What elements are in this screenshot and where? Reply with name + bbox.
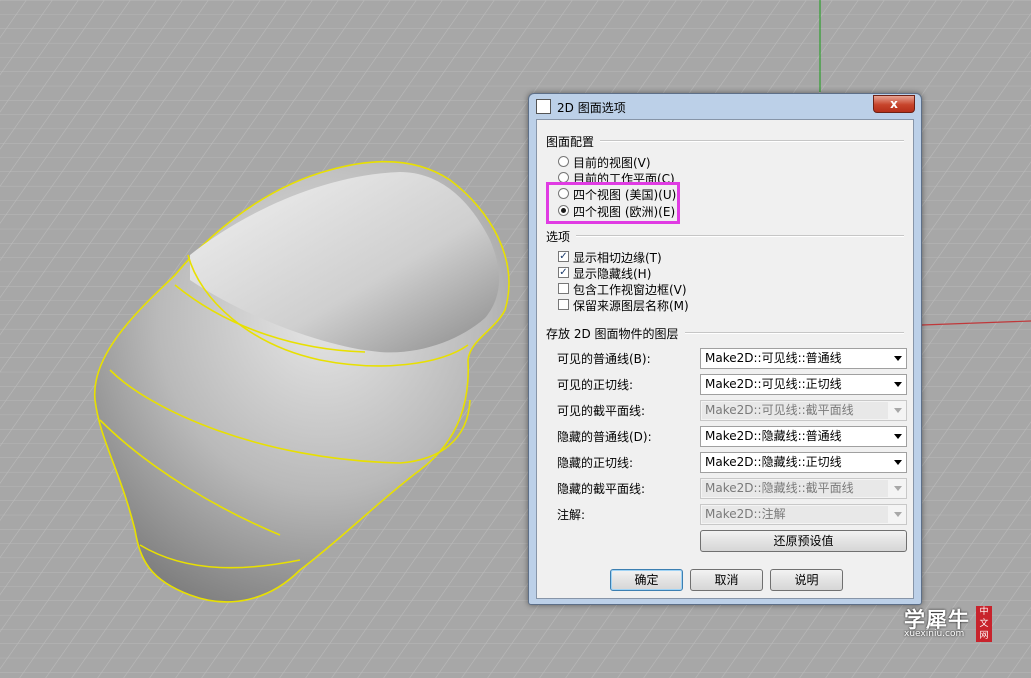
select-value: Make2D::隐藏线::正切线 <box>705 455 842 469</box>
checkbox-label: 包含工作视窗边框(V) <box>573 283 687 297</box>
restore-defaults-button[interactable]: 还原预设值 <box>700 530 907 552</box>
dropdown-arrow-icon <box>894 408 902 413</box>
layer-label-annotations: 注解: <box>557 508 586 522</box>
layer-label-visible-tangent: 可见的正切线: <box>557 378 634 392</box>
dropdown-arrow-icon[interactable] <box>894 434 902 439</box>
checkbox[interactable] <box>558 299 569 310</box>
dropdown-arrow-icon[interactable] <box>894 356 902 361</box>
checkbox-label: 保留来源图层名称(M) <box>573 299 689 313</box>
radio-label: 目前的工作平面(C) <box>573 172 675 186</box>
help-button[interactable]: 说明 <box>770 569 843 591</box>
radio-button[interactable] <box>558 172 569 183</box>
options-section-heading: 选项 <box>546 228 577 245</box>
rhino-app-icon <box>536 99 551 114</box>
watermark-logo: 学犀牛 xuexiniu.com 中文网 <box>898 602 995 643</box>
layer-select-annotations: Make2D::注解 <box>700 504 907 525</box>
select-value: Make2D::可见线::普通线 <box>705 351 842 365</box>
dialog-title: 2D 图面选项 <box>557 101 626 115</box>
checkbox-checked[interactable]: ✓ <box>558 267 569 278</box>
layer-select-hidden-tangent[interactable]: Make2D::隐藏线::正切线 <box>700 452 907 473</box>
dialog-titlebar[interactable]: 2D 图面选项 x <box>529 94 921 119</box>
dropdown-arrow-icon <box>894 486 902 491</box>
radio-label: 四个视图 (欧洲)(E) <box>573 205 676 219</box>
select-value: Make2D::可见线::截平面线 <box>702 402 888 419</box>
select-value: Make2D::可见线::正切线 <box>705 377 842 391</box>
layer-select-hidden-normal[interactable]: Make2D::隐藏线::普通线 <box>700 426 907 447</box>
cancel-button[interactable]: 取消 <box>690 569 763 591</box>
checkbox-label: 显示隐藏线(H) <box>573 267 652 281</box>
select-value: Make2D::隐藏线::截平面线 <box>702 480 888 497</box>
layer-label-hidden-section: 隐藏的截平面线: <box>557 482 646 496</box>
checkbox[interactable] <box>558 283 569 294</box>
layer-select-visible-normal[interactable]: Make2D::可见线::普通线 <box>700 348 907 369</box>
layer-label-hidden-normal: 隐藏的普通线(D): <box>557 430 652 444</box>
layers-section-heading: 存放 2D 图面物件的图层 <box>546 325 685 342</box>
radio-label: 目前的视图(V) <box>573 156 651 170</box>
radio-button[interactable] <box>558 188 569 199</box>
layer-label-hidden-tangent: 隐藏的正切线: <box>557 456 634 470</box>
dialog-client-area: 图面配置 目前的视图(V) 目前的工作平面(C) 四个视图 (美国)(U) 四个… <box>536 119 914 599</box>
radio-button[interactable] <box>558 156 569 167</box>
dropdown-arrow-icon[interactable] <box>894 382 902 387</box>
select-value: Make2D::注解 <box>702 506 888 523</box>
close-button[interactable]: x <box>873 95 915 113</box>
layer-select-hidden-section: Make2D::隐藏线::截平面线 <box>700 478 907 499</box>
ok-button[interactable]: 确定 <box>610 569 683 591</box>
options-section-divider <box>546 235 904 237</box>
checkbox-label: 显示相切边缘(T) <box>573 251 662 265</box>
make2d-options-dialog[interactable]: 2D 图面选项 x 图面配置 目前的视图(V) 目前的工作平面(C) 四个视图 … <box>528 93 922 605</box>
layer-label-visible-normal: 可见的普通线(B): <box>557 352 651 366</box>
layer-select-visible-section: Make2D::可见线::截平面线 <box>700 400 907 421</box>
layout-section-heading: 图面配置 <box>546 133 601 150</box>
dropdown-arrow-icon[interactable] <box>894 460 902 465</box>
layer-select-visible-tangent[interactable]: Make2D::可见线::正切线 <box>700 374 907 395</box>
watermark-badge: 中文网 <box>976 606 992 642</box>
radio-button-selected[interactable] <box>558 205 569 216</box>
radio-label: 四个视图 (美国)(U) <box>573 188 677 202</box>
select-value: Make2D::隐藏线::普通线 <box>705 429 842 443</box>
layer-label-visible-section: 可见的截平面线: <box>557 404 646 418</box>
watermark-url: xuexiniu.com <box>904 629 965 639</box>
checkbox-checked[interactable]: ✓ <box>558 251 569 262</box>
dropdown-arrow-icon <box>894 512 902 517</box>
